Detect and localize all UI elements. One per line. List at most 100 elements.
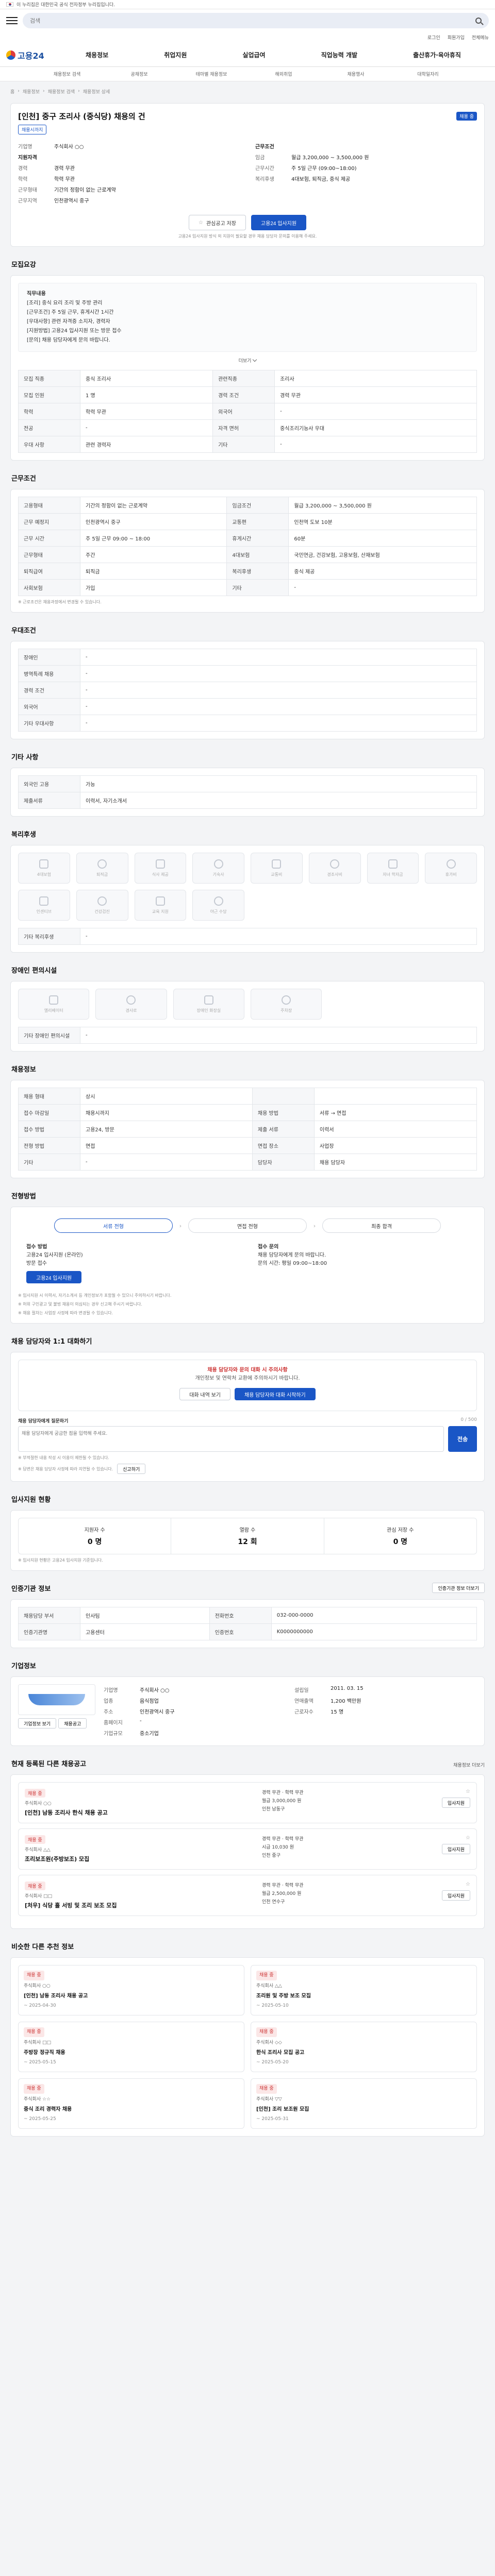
job-status-badge: 채용 중 [256, 1971, 277, 1980]
chat-textarea[interactable] [18, 1426, 444, 1452]
benefit-item: 4대보험 [18, 853, 70, 884]
job-info: 인천 남동구 [262, 1807, 285, 1812]
list-apply-button[interactable]: 입사지원 [441, 1890, 470, 1901]
nav-item-benefits[interactable]: 실업급여 [242, 50, 265, 59]
row-value: 퇴직금 [79, 563, 227, 580]
manager-more-button[interactable]: 인증기관 정보 더보기 [432, 1583, 485, 1593]
job-title-link[interactable]: [인천] 조리 보조원 모집 [256, 2106, 471, 2113]
breadcrumb-jobs[interactable]: 채용정보 [23, 88, 40, 95]
nav-item-jobs[interactable]: 채용정보 [86, 50, 108, 59]
login-link[interactable]: 로그인 [427, 34, 440, 41]
row-value: 면접 [80, 1137, 253, 1154]
row-value: - [80, 698, 477, 715]
list-apply-button[interactable]: 입사지원 [441, 1798, 470, 1808]
job-status-badge: 채용 중 [25, 1789, 45, 1798]
site-logo[interactable]: 고용24 [6, 49, 58, 61]
job-title-link[interactable]: 중식 조리 경력자 채용 [24, 2106, 239, 2113]
job-title-link[interactable]: 조리보조원(주방보조) 모집 [25, 1855, 255, 1863]
conditions-table: 고용형태 기간의 정함이 없는 근로계약 임금조건 월급 3,200,000 ~ 3,… [18, 497, 477, 596]
section-manager-title: 인증기관 정보 [11, 1585, 51, 1593]
gov-banner-text: 이 누리집은 대한민국 공식 전자정부 누리집입니다. [16, 3, 116, 8]
row-value: 학력 무관 [79, 403, 213, 420]
edu-label: 학력 [18, 177, 28, 182]
subnav-theme[interactable]: 테마별 채용정보 [175, 71, 248, 77]
summary-left: 기업명 주식회사 ○○ 지원자격 경력 경력 무관 학력 학력 무관 근무형태 기간의 … [18, 141, 240, 206]
stat-label: 지원자 수 [84, 1528, 105, 1533]
apply-button[interactable]: 고용24 입사지원 [251, 215, 307, 230]
breadcrumb-search[interactable]: 채용정보 검색 [48, 88, 75, 95]
row-value: 기간의 정함이 없는 근로계약 [79, 497, 227, 514]
list-apply-button[interactable]: 입사지원 [441, 1844, 470, 1854]
welfare-icons: 4대보험 퇴직금 식사 제공 기숙사 교통비 경조사비 자녀 학자금 휴가비 인센티브 건강검진 교… [18, 853, 477, 921]
wage-value: 월급 3,200,000 ~ 3,500,000 원 [291, 155, 369, 161]
welfare-etc-label: 기타 복리후생 [18, 928, 80, 945]
recommend-item[interactable]: 채용 중 주식회사 △△ 조리원 및 주방 보조 모집 ~ 2025-05-10 [251, 1965, 477, 2015]
report-button[interactable]: 신고하기 [117, 1464, 146, 1474]
arrow-right-icon: › [313, 1222, 316, 1229]
row-label: 근무 예정지 [18, 513, 80, 530]
job-date: ~ 2025-04-30 [24, 2003, 56, 2008]
chat-history-button[interactable]: 대화 내역 보기 [179, 1388, 230, 1400]
star-icon[interactable]: ☆ [466, 1835, 470, 1841]
join-link[interactable]: 회원가입 [448, 34, 465, 41]
send-button[interactable]: 전송 [448, 1426, 477, 1452]
row-label: 기타 우대사항 [18, 715, 80, 732]
job-title-link[interactable]: [처우] 식당 홀 서빙 및 조리 보조 모집 [25, 1901, 255, 1909]
chat-box: 채용 담당자와 문의 대화 시 주의사항 개인정보 및 연락처 교환에 주의하시… [18, 1360, 477, 1411]
recommend-item[interactable]: 채용 중 주식회사 ▽▽ [인천] 조리 보조원 모집 ~ 2025-05-31 [251, 2078, 477, 2129]
recommend-item[interactable]: 채용 중 주식회사 □□ 주방장 정규직 채용 ~ 2025-05-15 [18, 2022, 244, 2072]
menu-icon[interactable] [6, 15, 18, 26]
benefit-icon [126, 995, 136, 1005]
wage-label: 임금 [255, 155, 265, 161]
job-title-link[interactable]: 한식 조리사 모집 공고 [256, 2049, 471, 2057]
subnav-public[interactable]: 공채정보 [103, 71, 175, 77]
section-recruitinfo-title: 채용정보 [11, 1066, 36, 1074]
benefit-item: 건강검진 [76, 890, 128, 921]
chat-note: ※ 부적절한 내용 작성 시 이용이 제한될 수 있습니다. [18, 1455, 109, 1460]
list-item[interactable]: 채용 중 주식회사 ○○ [인천] 남동 조리사 한식 채용 공고 경력 무관 … [18, 1782, 477, 1823]
subnav-search[interactable]: 채용정보 검색 [31, 71, 103, 77]
more-button[interactable]: 더보기 [18, 357, 477, 364]
star-icon[interactable]: ☆ [466, 1882, 470, 1887]
process-apply-button[interactable]: 고용24 입사지원 [26, 1271, 82, 1283]
similar-more-link[interactable]: 채용정보 더보기 [453, 1761, 485, 1768]
row-value: 가능 [80, 775, 477, 792]
job-company: 주식회사 □□ [24, 2040, 51, 2045]
benefit-label: 4대보험 [37, 872, 51, 877]
job-title-link[interactable]: [인천] 남동 조리사 채용 공고 [24, 1992, 239, 2000]
nav-item-training[interactable]: 직업능력 개발 [321, 50, 357, 59]
process-note: ※ 입사지원 시 이력서, 자기소개서 등 개인정보가 포함될 수 있으니 주의… [18, 1293, 172, 1298]
recommend-item[interactable]: 채용 중 주식회사 ◇◇ 한식 조리사 모집 공고 ~ 2025-05-20 [251, 2022, 477, 2072]
job-title-link[interactable]: 주방장 정규직 채용 [24, 2049, 239, 2057]
job-company: 주식회사 ◇◇ [256, 2040, 282, 2045]
recommend-item[interactable]: 채용 중 주식회사 ☆☆ 중식 조리 경력자 채용 ~ 2025-05-25 [18, 2078, 244, 2129]
benefit-icon [213, 896, 223, 906]
job-title-link[interactable]: 조리원 및 주방 보조 모집 [256, 1992, 471, 2000]
stats-note: ※ 입사지원 현황은 고용24 입사지원 기준입니다. [18, 1558, 103, 1563]
sitemap-link[interactable]: 전체메뉴 [472, 34, 489, 41]
desc-line: [우대사항] 관련 자격증 소지자, 경력자 [27, 319, 110, 325]
search-input[interactable] [30, 17, 475, 24]
subnav-events[interactable]: 채용행사 [320, 71, 392, 77]
recommend-item[interactable]: 채용 중 주식회사 ○○ [인천] 남동 조리사 채용 공고 ~ 2025-04… [18, 1965, 244, 2015]
company-jobs-button[interactable]: 채용공고 [58, 1718, 87, 1728]
subnav-univ[interactable]: 대학일자리 [392, 71, 464, 77]
row-label: 모집 직종 [18, 370, 80, 387]
scrap-button[interactable]: ☆ 관심공고 저장 [188, 215, 246, 230]
search-icon[interactable] [475, 18, 482, 24]
co-value: 중소기업 [140, 1731, 159, 1737]
benefit-label: 인센티브 [36, 909, 52, 914]
nav-item-leave[interactable]: 출산휴가·육아휴직 [413, 50, 461, 59]
chat-start-button[interactable]: 채용 담당자와 대화 시작하기 [235, 1388, 316, 1400]
nav-item-support[interactable]: 취업지원 [164, 50, 187, 59]
row-label: 제출 서류 [252, 1121, 315, 1138]
list-item[interactable]: 채용 중 주식회사 △△ 조리보조원(주방보조) 모집 경력 무관 · 학력 무… [18, 1828, 477, 1870]
company-info-button[interactable]: 기업정보 보기 [18, 1718, 57, 1728]
breadcrumb-home[interactable]: 홈 [10, 88, 14, 95]
row-value: - [80, 665, 477, 682]
job-title-link[interactable]: [인천] 남동 조리사 한식 채용 공고 [25, 1808, 255, 1817]
list-item[interactable]: 채용 중 주식회사 □□ [처우] 식당 홀 서빙 및 조리 보조 모집 경력 … [18, 1875, 477, 1916]
subnav-overseas[interactable]: 해외취업 [248, 71, 320, 77]
search-box[interactable] [23, 13, 489, 28]
star-icon[interactable]: ☆ [466, 1789, 470, 1794]
